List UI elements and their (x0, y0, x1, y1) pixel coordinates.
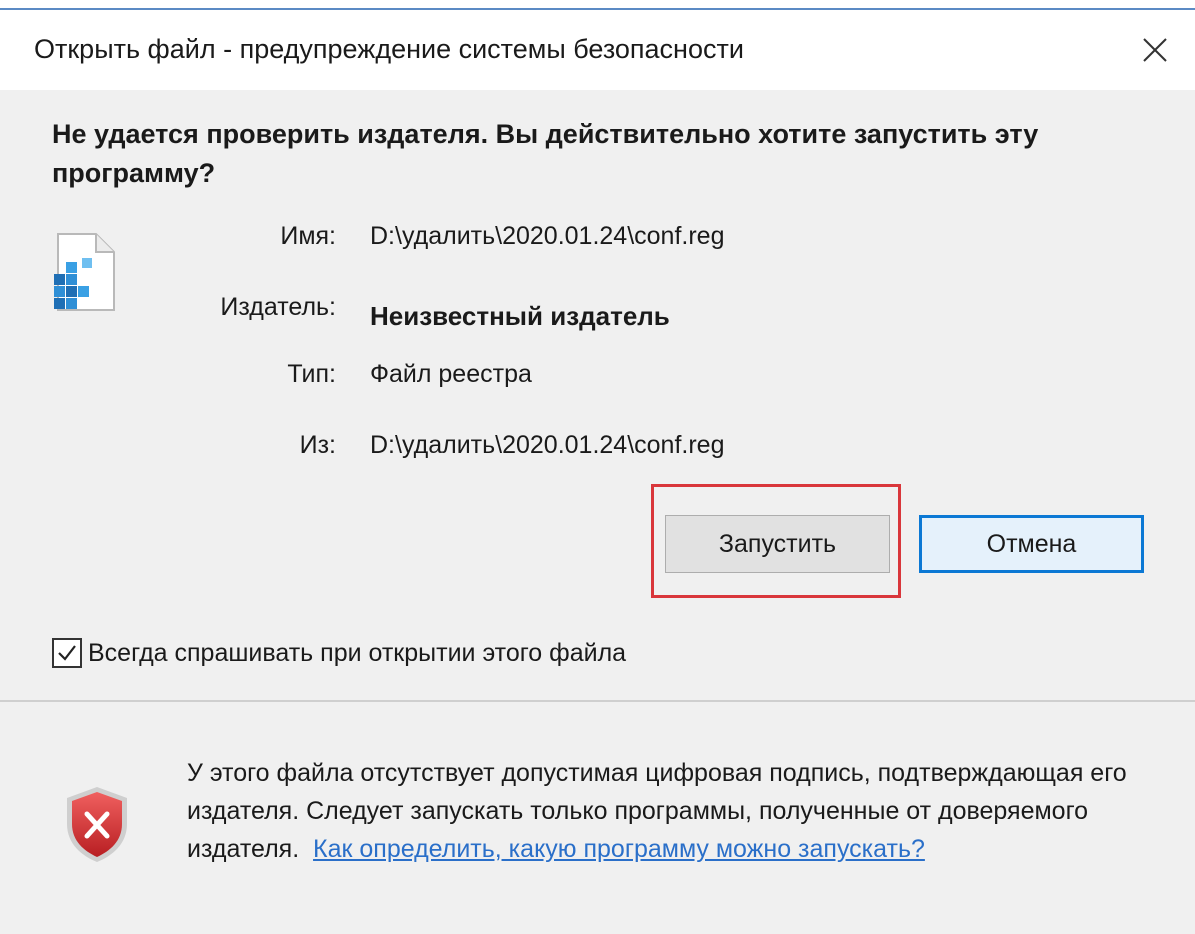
always-ask-checkbox[interactable] (52, 638, 82, 668)
publisher-value: Неизвестный издатель (370, 301, 670, 331)
checkmark-icon (58, 645, 76, 661)
name-label: Имя: (280, 222, 336, 250)
type-value: Файл реестра (370, 360, 532, 388)
dialog-footer: У этого файла отсутствует допустимая циф… (0, 702, 1195, 934)
from-label: Из: (299, 431, 336, 459)
help-link[interactable]: Как определить, какую программу можно за… (313, 835, 925, 863)
type-label: Тип: (287, 360, 336, 388)
dialog-heading: Не удается проверить издателя. Вы действ… (52, 119, 1039, 188)
cancel-button[interactable]: Отмена (919, 515, 1144, 573)
close-icon (1143, 38, 1167, 62)
window-title: Открыть файл - предупреждение системы бе… (34, 34, 744, 64)
publisher-label: Издатель: (220, 293, 336, 321)
always-ask-label: Всегда спрашивать при открытии этого фай… (88, 638, 627, 667)
from-value: D:\удалить\2020.01.24\conf.reg (370, 431, 725, 459)
warning-message: У этого файла отсутствует допустимая циф… (187, 754, 1167, 868)
title-bar: Открыть файл - предупреждение системы бе… (0, 10, 1195, 90)
shield-error-icon (67, 787, 127, 862)
window-top-border (0, 0, 1195, 10)
dialog-body: Не удается проверить издателя. Вы действ… (0, 90, 1195, 700)
run-button[interactable]: Запустить (665, 515, 890, 573)
always-ask-checkbox-row[interactable]: Всегда спрашивать при открытии этого фай… (52, 638, 626, 668)
close-button[interactable] (1115, 10, 1195, 90)
name-value: D:\удалить\2020.01.24\conf.reg (370, 222, 725, 250)
